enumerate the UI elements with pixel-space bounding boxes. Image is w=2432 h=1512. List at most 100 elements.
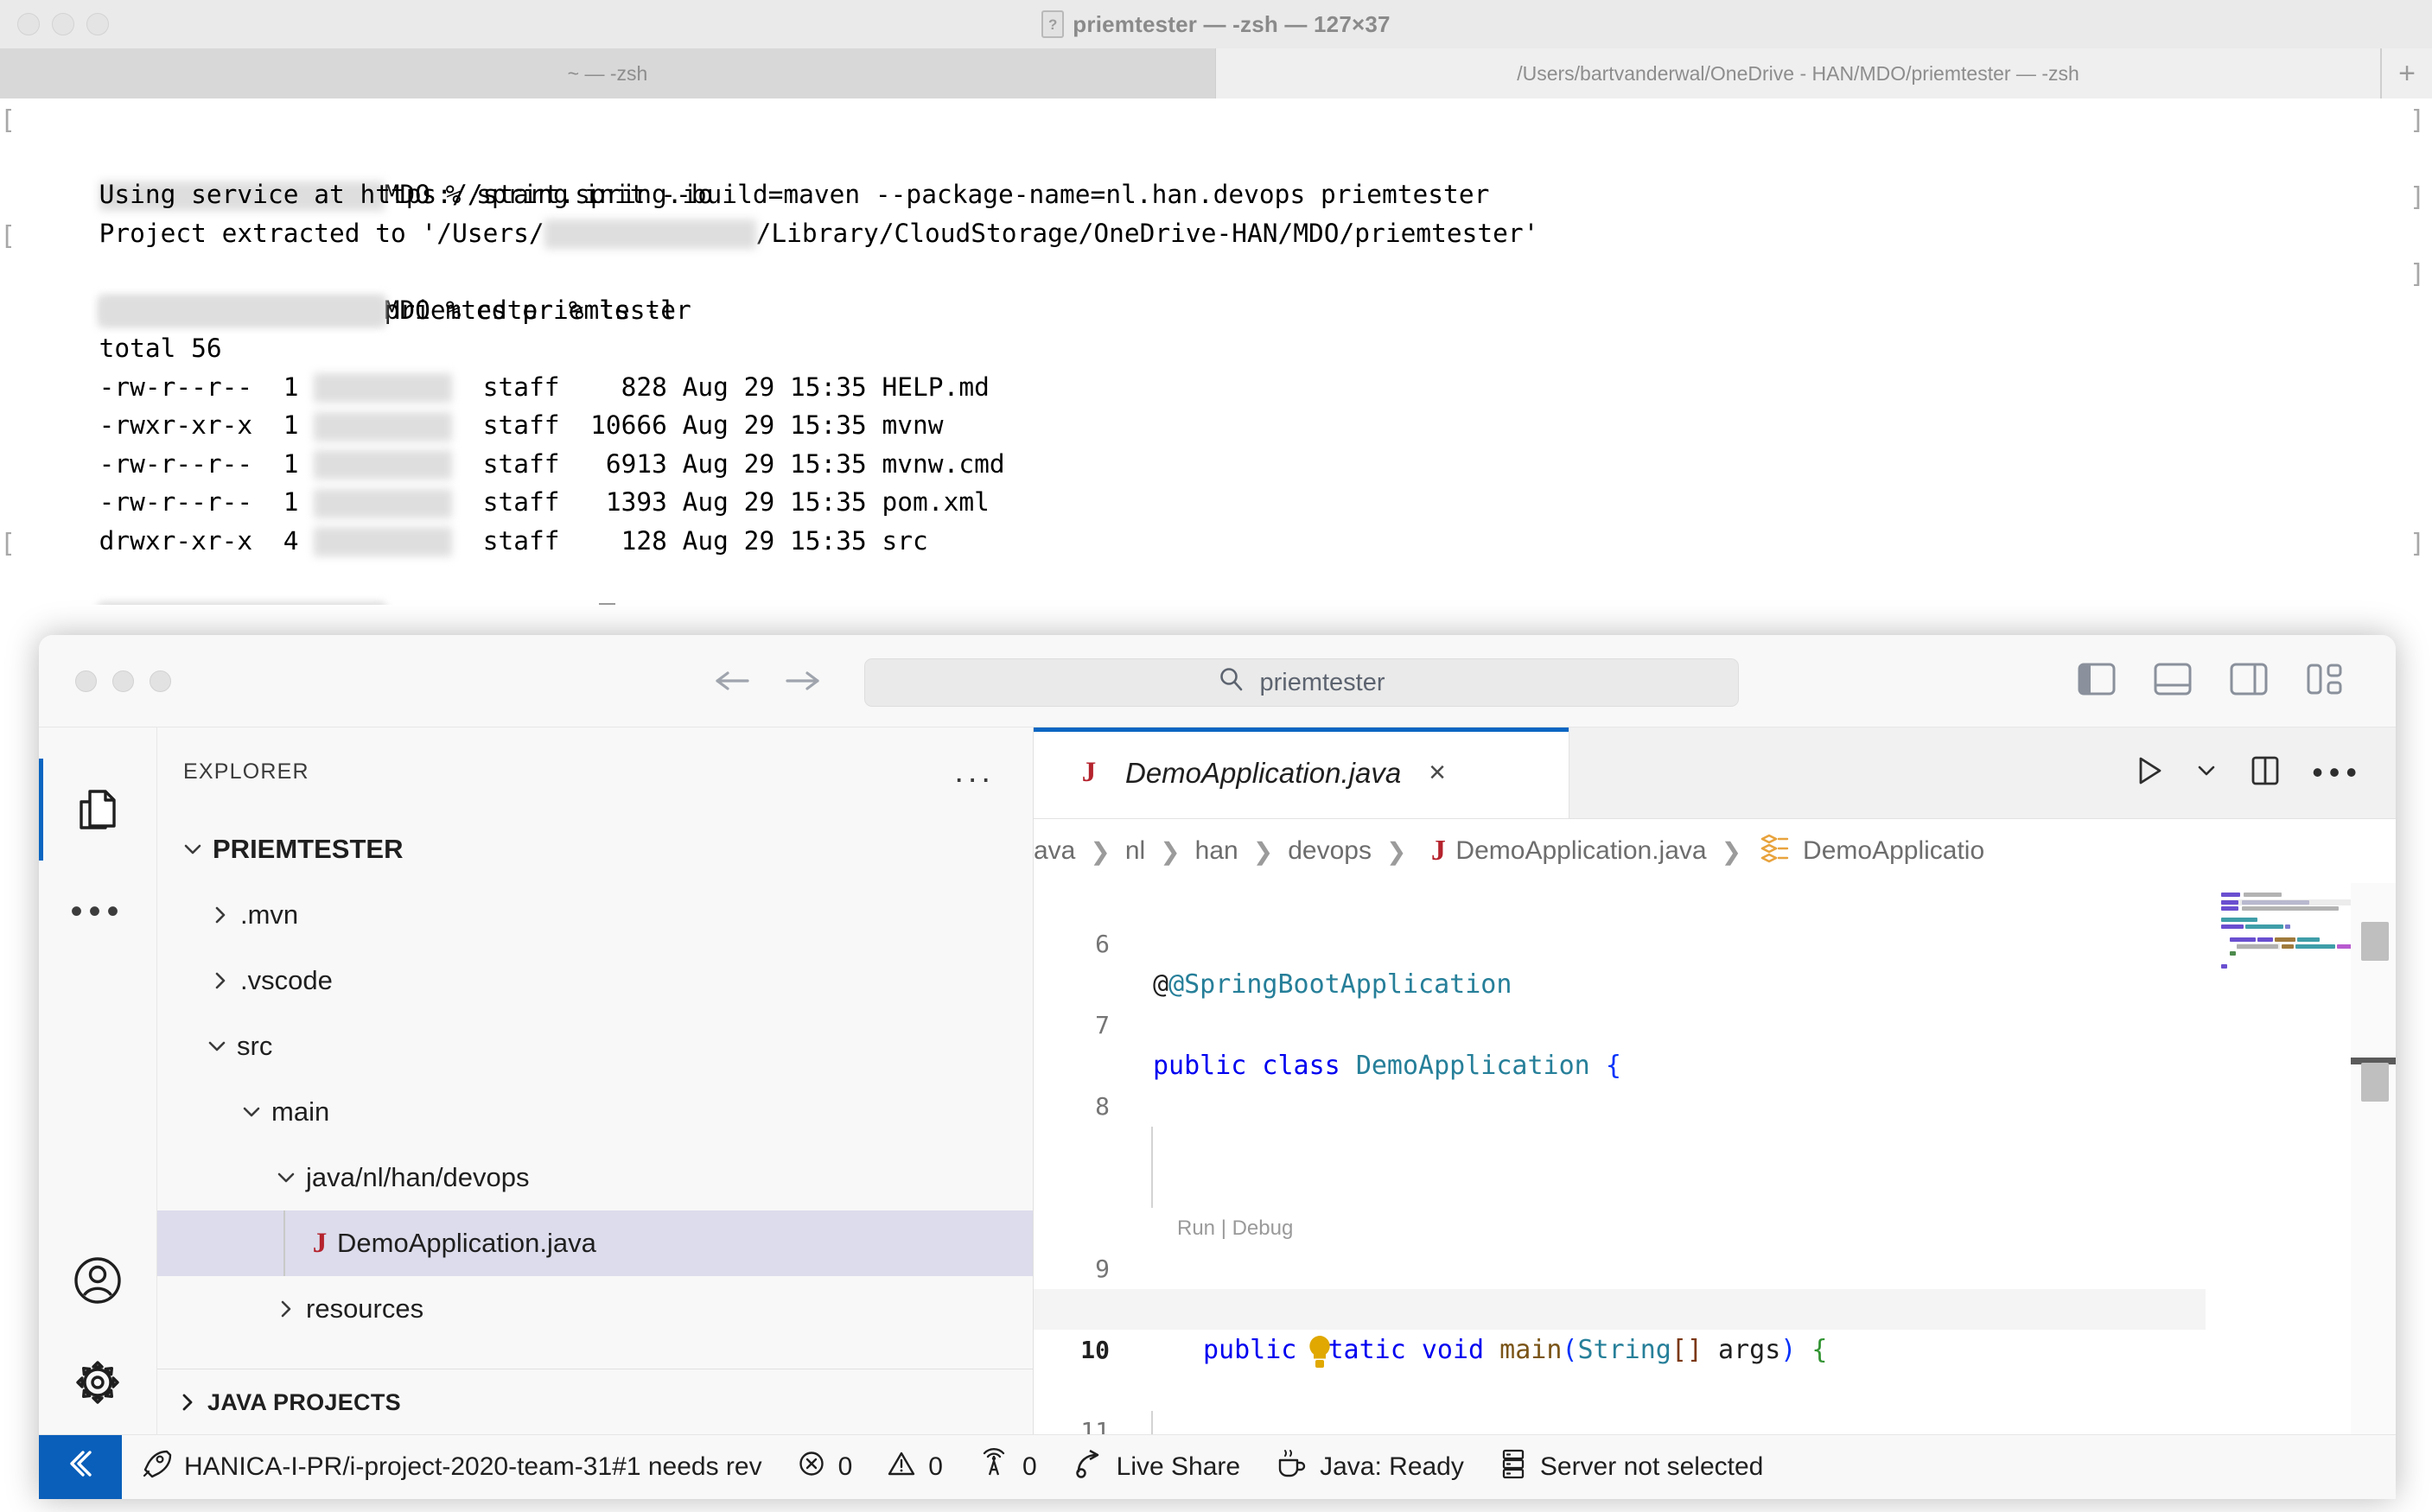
status-label: 0 — [1022, 1452, 1037, 1481]
editor-actions: ••• — [2134, 727, 2363, 818]
coffee-icon — [1275, 1447, 1308, 1487]
explorer-sidebar: EXPLORER ... PRIEMTESTER .mvn .vscode sr… — [157, 727, 1034, 1499]
terminal-minimize-button[interactable] — [52, 13, 74, 35]
chevron-down-icon[interactable] — [173, 837, 213, 861]
chevron-right-icon[interactable] — [201, 969, 240, 993]
chevron-right-icon[interactable] — [201, 903, 240, 927]
toggle-primary-sidebar-icon[interactable] — [2076, 660, 2117, 702]
back-arrow-icon[interactable] — [713, 668, 751, 694]
scrollbar-thumb[interactable] — [2361, 922, 2389, 961]
vscode-close-button[interactable] — [75, 670, 97, 692]
minimap[interactable] — [2206, 883, 2351, 1499]
terminal-new-tab-button[interactable]: + — [2381, 48, 2432, 98]
chevron-right-icon: ❯ — [1160, 837, 1181, 865]
tree-item-java-package[interactable]: java/nl/han/devops — [157, 1145, 1033, 1210]
status-ports[interactable]: 0 — [960, 1435, 1054, 1499]
code-line: 7 public class DemoApplication { — [1034, 964, 2396, 1081]
sidebar-item-explorer[interactable] — [39, 759, 157, 861]
tree-item-demoapplication-java[interactable]: J DemoApplication.java — [157, 1210, 1033, 1276]
tree-item-src[interactable]: src — [157, 1013, 1033, 1079]
status-pull-request[interactable]: HANICA-I-PR/i-project-2020-team-31#1 nee… — [122, 1435, 780, 1499]
tree-item-root[interactable]: PRIEMTESTER — [157, 816, 1033, 882]
breadcrumb-item-han[interactable]: han — [1195, 836, 1238, 866]
breadcrumb-item-java[interactable]: ava — [1034, 836, 1075, 866]
terminal-zoom-button[interactable] — [86, 13, 109, 35]
play-icon[interactable] — [2134, 754, 2165, 791]
chevron-down-icon[interactable] — [232, 1100, 271, 1124]
tree-item-main[interactable]: main — [157, 1079, 1033, 1145]
editor-tabs: J DemoApplication.java × ••• — [1034, 727, 2396, 819]
breadcrumb-item-nl[interactable]: nl — [1125, 836, 1145, 866]
tree-item-mvn[interactable]: .mvn — [157, 882, 1033, 948]
status-label: HANICA-I-PR/i-project-2020-team-31#1 nee… — [184, 1452, 762, 1481]
terminal-line: Project extracted to '/Users/xxxxxxx/Lib… — [0, 175, 2432, 249]
vscode-titlebar: priemtester — [39, 635, 2396, 727]
forward-arrow-icon[interactable] — [784, 668, 822, 694]
line-number: 9 — [1095, 1255, 1110, 1283]
status-label: 0 — [928, 1452, 943, 1481]
terminal-close-button[interactable] — [17, 13, 40, 35]
plus-icon: + — [2398, 56, 2416, 90]
chevron-down-icon[interactable] — [197, 1034, 237, 1058]
chevron-down-icon[interactable] — [266, 1166, 306, 1190]
ellipsis-icon[interactable]: ••• — [2312, 756, 2363, 788]
close-icon[interactable]: × — [1429, 756, 1446, 790]
section-java-projects[interactable]: JAVA PROJECTS — [157, 1369, 1033, 1435]
toggle-panel-icon[interactable] — [2152, 660, 2193, 702]
breadcrumb-item-file[interactable]: DemoApplication.java — [1455, 836, 1706, 866]
search-input[interactable]: priemtester — [864, 658, 1739, 707]
sidebar-item-accounts[interactable] — [39, 1231, 157, 1333]
line-number: 7 — [1095, 1011, 1110, 1039]
redacted-text: xxxxxxxxxxx — [99, 604, 385, 605]
tab-demoapplication-java[interactable]: J DemoApplication.java × — [1034, 727, 1569, 818]
chevron-right-icon[interactable] — [266, 1297, 306, 1321]
customize-layout-icon[interactable] — [2304, 660, 2346, 702]
sidebar-item-manage[interactable] — [39, 1333, 157, 1435]
status-warnings[interactable]: 0 — [869, 1435, 960, 1499]
chevron-right-icon: ❯ — [1721, 837, 1742, 865]
vscode-minimize-button[interactable] — [112, 670, 134, 692]
vscode-zoom-button[interactable] — [150, 670, 171, 692]
class-symbol-icon — [1756, 831, 1803, 871]
page-title: EXPLORER — [183, 759, 309, 784]
breadcrumb-item-devops[interactable]: devops — [1288, 836, 1372, 866]
tree-item-vscode[interactable]: .vscode — [157, 948, 1033, 1013]
terminal-title-text: priemtester — -zsh — 127×37 — [1073, 10, 1391, 37]
code-line: 8 — [1034, 1045, 2396, 1167]
status-errors[interactable]: 0 — [780, 1435, 870, 1499]
editor-scrollbar[interactable] — [2351, 883, 2396, 1499]
status-label: Live Share — [1116, 1452, 1241, 1481]
breadcrumb-item-class[interactable]: DemoApplicatio — [1803, 836, 1984, 866]
explorer-more-actions-icon[interactable]: ... — [954, 755, 995, 788]
status-server[interactable]: Server not selected — [1481, 1435, 1780, 1499]
terminal-line: -rw-r--r-- 1 xxxxx staff 1393 Aug 29 15:… — [0, 445, 2432, 518]
code-editor[interactable]: 6 @@SpringBootApplication 7 public class… — [1034, 883, 2396, 1499]
lightbulb-icon[interactable] — [1117, 1293, 1330, 1368]
terminal-window: ? priemtester — -zsh — 127×37 ~ — -zsh /… — [0, 0, 2432, 605]
vscode-traffic-lights[interactable] — [75, 635, 171, 727]
remote-window-indicator[interactable] — [39, 1435, 122, 1499]
chevron-down-icon[interactable] — [2194, 759, 2219, 787]
sidebar-more-views[interactable]: ••• — [39, 861, 157, 962]
tree-item-resources[interactable]: resources — [157, 1276, 1033, 1342]
gear-icon — [70, 1355, 125, 1414]
status-live-share[interactable]: Live Share — [1054, 1435, 1257, 1499]
terminal-line: -rw-r--r-- 1 xxxxx staff 828 Aug 29 15:3… — [0, 329, 2432, 403]
section-label: JAVA PROJECTS — [207, 1388, 401, 1415]
vscode-body: ••• EXPLORER ... PRIEMTESTER .mvn .vscod… — [39, 727, 2396, 1499]
scrollbar-thumb-2[interactable] — [2361, 1063, 2389, 1102]
terminal-line: drwxr-xr-x 4 xxxxx staff 128 Aug 29 15:3… — [0, 483, 2432, 556]
terminal-tab-home[interactable]: ~ — -zsh — [0, 48, 1216, 98]
layout-controls — [2076, 635, 2346, 727]
java-file-icon: J — [1430, 835, 1446, 867]
toggle-secondary-sidebar-icon[interactable] — [2228, 660, 2270, 702]
prompt-mark-right-icon: ] — [2409, 105, 2425, 136]
terminal-tab-priemtester[interactable]: /Users/bartvanderwal/OneDrive - HAN/MDO/… — [1216, 48, 2381, 98]
status-java[interactable]: Java: Ready — [1257, 1435, 1481, 1499]
split-editor-icon[interactable] — [2248, 753, 2282, 792]
terminal-output[interactable]: [ xxxxxxxxxxxMDO % spring init --build=m… — [0, 98, 2432, 605]
terminal-traffic-lights[interactable] — [17, 0, 109, 48]
chevron-right-icon[interactable] — [168, 1390, 207, 1414]
prompt-mark-left-icon: [ — [0, 220, 16, 251]
document-question-icon: ? — [1041, 10, 1065, 38]
